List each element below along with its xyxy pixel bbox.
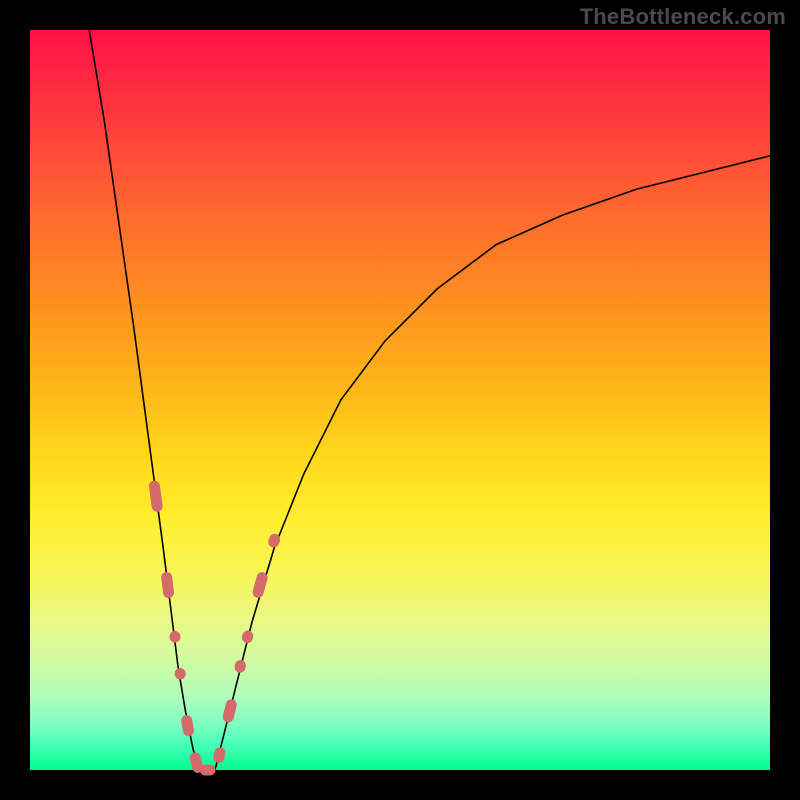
curve-marker [233, 659, 247, 674]
curve-marker [222, 698, 238, 723]
curve-marker [161, 571, 175, 598]
curve-left-arm [89, 30, 199, 770]
chart-frame: TheBottleneck.com [0, 0, 800, 800]
curve-marker [212, 746, 226, 764]
chart-curves-layer [30, 30, 770, 770]
curve-marker [148, 480, 163, 513]
curve-marker [169, 630, 182, 643]
curve-marker [241, 629, 255, 644]
watermark-text: TheBottleneck.com [580, 4, 786, 30]
curve-marker [251, 571, 269, 599]
curve-marker [200, 765, 216, 776]
chart-plot-area [30, 30, 770, 770]
curve-marker [180, 714, 195, 737]
curve-right-arm [215, 156, 770, 770]
curve-marker [174, 667, 187, 680]
